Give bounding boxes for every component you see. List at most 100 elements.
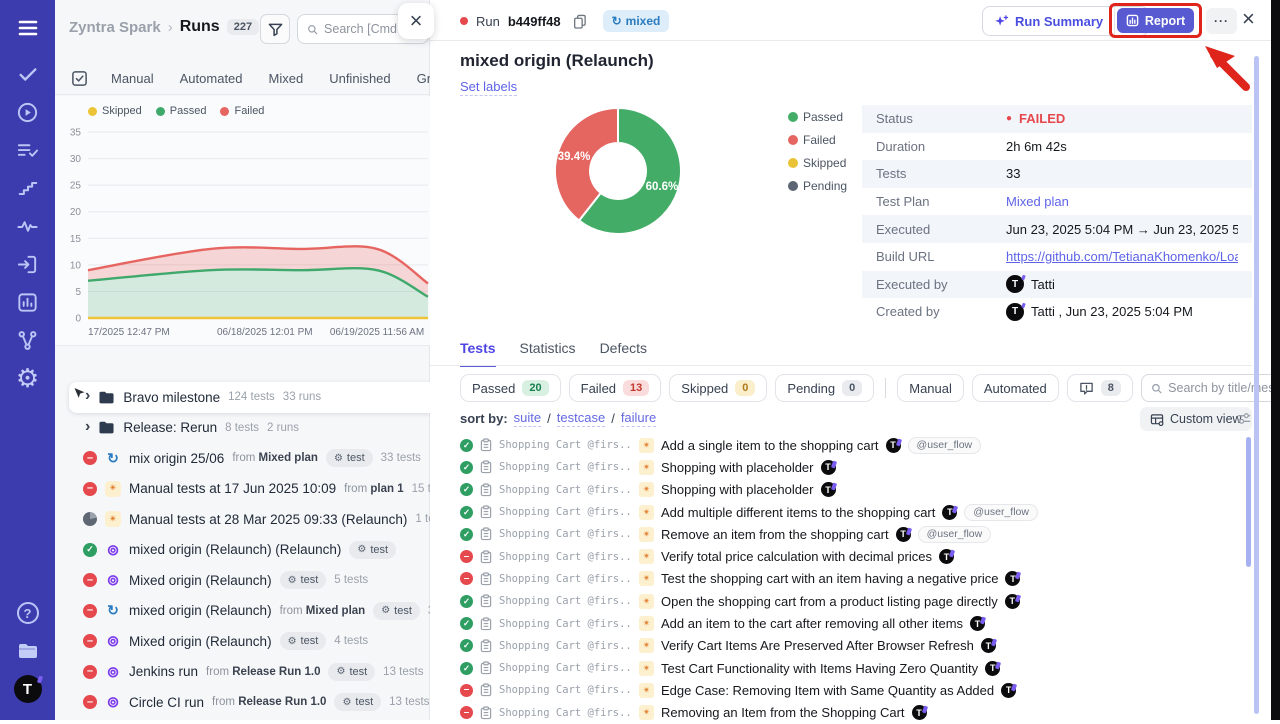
test-row[interactable]: Shopping Cart @firs... Remove an item fr… xyxy=(430,523,1252,545)
tests-search-input[interactable] xyxy=(1168,381,1280,395)
panel-close-button[interactable] xyxy=(398,3,434,39)
run-row[interactable]: mixed origin (Relaunch) (Relaunch) test xyxy=(55,535,430,566)
test-row[interactable]: Shopping Cart @firs... Shopping with pla… xyxy=(430,479,1252,501)
custom-view-button[interactable]: Custom view xyxy=(1140,407,1252,431)
sort-by-suite[interactable]: suite xyxy=(514,410,541,427)
set-labels-link[interactable]: Set labels xyxy=(460,79,517,96)
play-circle-icon[interactable] xyxy=(0,93,55,131)
test-row[interactable]: Shopping Cart @firs... Add a single item… xyxy=(430,434,1252,456)
tab-unfinished[interactable]: Unfinished xyxy=(316,71,403,86)
test-row[interactable]: Shopping Cart @firs... Test Cart Functio… xyxy=(430,657,1252,679)
test-title: Open the shopping cart from a product li… xyxy=(661,594,998,609)
detail-value: 33 xyxy=(1006,166,1020,181)
sliders-icon[interactable] xyxy=(1236,411,1252,431)
test-row[interactable]: Shopping Cart @firs... Open the shopping… xyxy=(430,590,1252,612)
filter-button[interactable] xyxy=(260,14,290,44)
run-detail-topbar: Run b449ff48 mixed Run Summary ··· Repor… xyxy=(430,0,1271,41)
detail-label: Build URL xyxy=(876,249,1006,264)
run-name: mixed origin (Relaunch) xyxy=(129,603,272,618)
tab-defects[interactable]: Defects xyxy=(600,340,647,367)
test-row[interactable]: Shopping Cart @firs... Test the shopping… xyxy=(430,568,1252,590)
chevron-right-icon[interactable] xyxy=(85,419,90,437)
test-row[interactable]: Shopping Cart @firs... Shopping with pla… xyxy=(430,456,1252,478)
svg-text:0: 0 xyxy=(75,314,81,325)
test-assignee-avatar: T xyxy=(942,505,957,520)
projects-folder-icon[interactable] xyxy=(0,632,55,670)
user-avatar: T xyxy=(1006,275,1024,293)
detail-row: Tests 33 xyxy=(862,160,1252,188)
run-row[interactable]: Mixed origin (Relaunch) test 4 tests xyxy=(55,626,430,657)
user-avatar: T xyxy=(1006,303,1024,321)
reports-icon[interactable] xyxy=(0,283,55,321)
test-suite: Shopping Cart @firs... xyxy=(499,484,632,496)
automated-filter-chip[interactable]: Automated xyxy=(972,374,1059,402)
breadcrumb-project[interactable]: Zyntra Spark xyxy=(69,19,161,36)
tab-statistics[interactable]: Statistics xyxy=(520,340,576,367)
tab-mixed[interactable]: Mixed xyxy=(256,71,317,86)
test-row[interactable]: Shopping Cart @firs... Verify Cart Items… xyxy=(430,635,1252,657)
tab-tests[interactable]: Tests xyxy=(460,340,496,367)
test-title: Removing an Item from the Shopping Cart xyxy=(661,705,905,720)
run-row[interactable]: Release: Rerun 8 tests 2 runs xyxy=(55,413,430,444)
comments-filter-chip[interactable]: 8 xyxy=(1067,374,1133,402)
runs-trend-chart: SkippedPassedFailed 0510152025303517/202… xyxy=(55,96,430,346)
status-filter-chip[interactable]: Skipped0 xyxy=(669,374,767,402)
activity-icon[interactable] xyxy=(0,207,55,245)
test-status-icon xyxy=(460,639,473,652)
chevron-right-icon[interactable] xyxy=(85,388,90,406)
legend-dot-icon xyxy=(88,107,97,116)
select-checklist-icon[interactable] xyxy=(71,70,88,87)
sidebar-user-avatar[interactable]: T xyxy=(0,670,55,708)
tab-manual[interactable]: Manual xyxy=(98,71,167,86)
sign-in-icon[interactable] xyxy=(0,245,55,283)
manual-filter-chip[interactable]: Manual xyxy=(897,374,964,402)
test-list-icon[interactable] xyxy=(0,131,55,169)
steps-icon[interactable] xyxy=(0,169,55,207)
test-title: Add a single item to the shopping cart xyxy=(661,438,879,453)
detail-close-button[interactable] xyxy=(1242,8,1255,31)
panel-scrollbar[interactable] xyxy=(1254,56,1259,714)
test-row[interactable]: Shopping Cart @firs... Verify total pric… xyxy=(430,545,1252,567)
status-filter-chip[interactable]: Passed20 xyxy=(460,374,561,402)
test-row[interactable]: Shopping Cart @firs... Removing an Item … xyxy=(430,702,1252,724)
clipboard-icon xyxy=(480,661,492,675)
test-row[interactable]: Shopping Cart @firs... Add an item to th… xyxy=(430,612,1252,634)
status-filter-chip[interactable]: Failed13 xyxy=(569,374,662,402)
run-row[interactable]: Circle CI run from Release Run 1.0 test … xyxy=(55,687,430,718)
branch-icon[interactable] xyxy=(0,321,55,359)
run-row[interactable]: mix origin 25/06 from Mixed plan test 33… xyxy=(55,443,430,474)
sort-by-failure[interactable]: failure xyxy=(621,410,656,427)
run-name: Jenkins run xyxy=(129,664,198,679)
test-row[interactable]: Shopping Cart @firs... Edge Case: Removi… xyxy=(430,679,1252,701)
sort-label: sort by: xyxy=(460,411,508,426)
copy-icon[interactable] xyxy=(573,14,587,29)
tabs-divider xyxy=(430,365,1252,366)
svg-text:10: 10 xyxy=(70,260,82,271)
run-row[interactable]: Manual tests at 28 Mar 2025 09:33 (Relau… xyxy=(55,504,430,535)
tests-scrollbar[interactable] xyxy=(1246,437,1251,567)
run-row[interactable]: Bravo milestone 124 tests 33 runs xyxy=(69,382,430,413)
menu-icon[interactable] xyxy=(0,8,55,48)
detail-value: T Tatti , Jun 23, 2025 5:04 PM xyxy=(1006,303,1193,321)
table-view-icon xyxy=(1150,413,1164,426)
run-row[interactable]: Manual tests at 17 Jun 2025 10:09 from p… xyxy=(55,474,430,505)
tab-automated[interactable]: Automated xyxy=(167,71,256,86)
test-assignee-avatar: T xyxy=(970,616,985,631)
status-filter-chip[interactable]: Pending0 xyxy=(775,374,874,402)
help-icon[interactable]: ? xyxy=(0,594,55,632)
settings-gear-icon[interactable] xyxy=(0,359,55,397)
more-options-button[interactable]: ··· xyxy=(1206,8,1237,34)
test-assignee-avatar: T xyxy=(1001,683,1016,698)
run-meta: 1 tests xyxy=(415,513,430,525)
report-button[interactable]: Report xyxy=(1117,8,1194,33)
sort-by-testcase[interactable]: testcase xyxy=(557,410,605,427)
tests-search[interactable] xyxy=(1141,374,1280,402)
run-row[interactable]: Mixed origin (Relaunch) test 5 tests xyxy=(55,565,430,596)
test-title: Shopping with placeholder xyxy=(661,460,814,475)
test-row[interactable]: Shopping Cart @firs... Add multiple diff… xyxy=(430,501,1252,523)
check-icon[interactable] xyxy=(0,55,55,93)
run-row[interactable]: mixed origin (Relaunch) from Mixed plan … xyxy=(55,596,430,627)
run-row[interactable]: Jenkins run from Release Run 1.0 test 13… xyxy=(55,657,430,688)
run-name: Manual tests at 28 Mar 2025 09:33 (Relau… xyxy=(129,512,407,527)
spark-icon xyxy=(639,549,654,564)
